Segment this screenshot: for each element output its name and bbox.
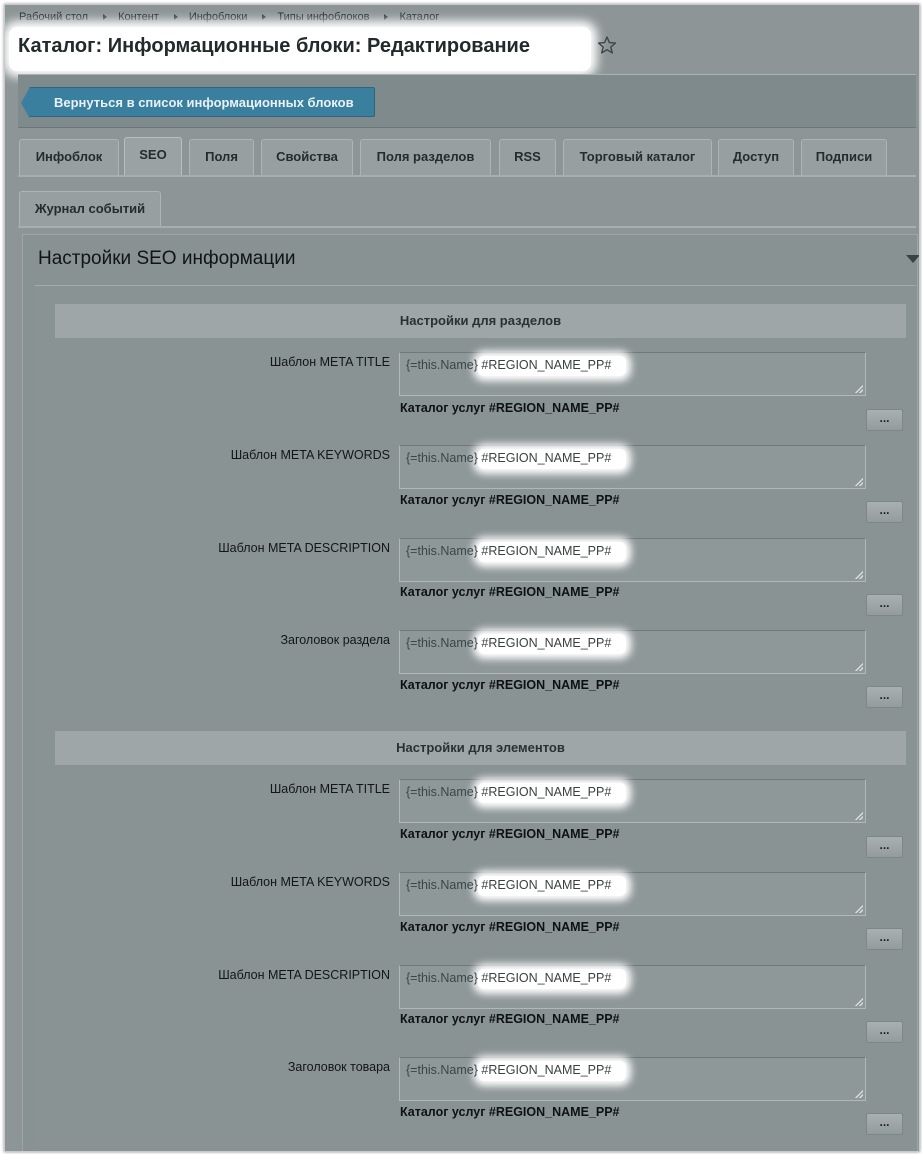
template-preview: Каталог услуг #REGION_NAME_PP# — [400, 827, 620, 841]
breadcrumb-item-catalog[interactable]: Каталог — [399, 11, 439, 23]
field-label: Шаблон META TITLE — [269, 782, 390, 796]
field-label: Заголовок товара — [287, 1060, 390, 1074]
template-input[interactable]: {=this.Name} #REGION_NAME_PP# — [399, 779, 866, 823]
template-preview: Каталог услуг #REGION_NAME_PP# — [400, 1105, 620, 1119]
back-to-list-button[interactable]: Вернуться в список информационных блоков — [21, 87, 375, 119]
template-input[interactable]: {=this.Name} #REGION_NAME_PP# — [399, 630, 866, 674]
template-preview: Каталог услуг #REGION_NAME_PP# — [400, 920, 620, 934]
breadcrumb-arrow-icon — [262, 14, 267, 20]
group-header-sections: Настройки для разделов — [55, 304, 906, 338]
breadcrumb-arrow-icon — [384, 14, 389, 20]
input-value: {=this.Name} #REGION_NAME_PP# — [406, 785, 612, 799]
tab-event-log[interactable]: Журнал событий — [19, 191, 161, 227]
breadcrumb-item-content[interactable]: Контент — [118, 11, 159, 23]
template-menu-button[interactable]: ... — [866, 409, 903, 431]
triangle-down-icon[interactable] — [906, 255, 919, 263]
field-label: Заголовок раздела — [280, 633, 390, 647]
input-value: {=this.Name} #REGION_NAME_PP# — [406, 878, 612, 892]
field-label: Шаблон META KEYWORDS — [230, 448, 390, 462]
tab-section-fields[interactable]: Поля разделов — [360, 139, 491, 175]
tab-captions[interactable]: Подписи — [801, 139, 887, 175]
tab-rss[interactable]: RSS — [499, 139, 556, 175]
template-menu-button[interactable]: ... — [866, 928, 903, 950]
breadcrumb-item-iblocks[interactable]: Инфоблоки — [189, 11, 248, 23]
star-icon[interactable] — [597, 35, 617, 55]
input-value: {=this.Name} #REGION_NAME_PP# — [406, 971, 612, 985]
template-menu-button[interactable]: ... — [866, 1113, 903, 1135]
template-menu-button[interactable]: ... — [866, 501, 903, 523]
field-label: Шаблон META TITLE — [269, 355, 390, 369]
tab-seo[interactable]: SEO — [124, 137, 182, 175]
field-label: Шаблон META DESCRIPTION — [218, 541, 390, 555]
breadcrumb-item-iblock-types[interactable]: Типы инфоблоков — [277, 11, 369, 23]
input-value: {=this.Name} #REGION_NAME_PP# — [406, 1063, 612, 1077]
page-frame: Рабочий стол Контент Инфоблоки Типы инфо… — [4, 4, 920, 1152]
resize-handle-icon[interactable] — [855, 998, 863, 1006]
breadcrumb-item-desktop[interactable]: Рабочий стол — [19, 11, 88, 23]
page-title: Каталог: Информационные блоки: Редактиро… — [18, 35, 530, 57]
template-preview: Каталог услуг #REGION_NAME_PP# — [400, 401, 620, 415]
input-value: {=this.Name} #REGION_NAME_PP# — [406, 358, 612, 372]
resize-handle-icon[interactable] — [855, 478, 863, 486]
field-label: Шаблон META KEYWORDS — [230, 875, 390, 889]
tab-trade-catalog[interactable]: Торговый каталог — [563, 139, 712, 175]
breadcrumb: Рабочий стол Контент Инфоблоки Типы инфо… — [19, 10, 439, 24]
template-input[interactable]: {=this.Name} #REGION_NAME_PP# — [399, 352, 866, 396]
tabs-divider — [18, 175, 916, 177]
resize-handle-icon[interactable] — [855, 905, 863, 913]
field-label: Шаблон META DESCRIPTION — [218, 968, 390, 982]
input-value: {=this.Name} #REGION_NAME_PP# — [406, 636, 612, 650]
tabs-divider — [18, 226, 916, 228]
resize-handle-icon[interactable] — [855, 385, 863, 393]
template-preview: Каталог услуг #REGION_NAME_PP# — [400, 493, 620, 507]
template-menu-button[interactable]: ... — [866, 1021, 903, 1043]
group-header-elements: Настройки для элементов — [55, 731, 906, 765]
template-menu-button[interactable]: ... — [866, 836, 903, 858]
resize-handle-icon[interactable] — [855, 812, 863, 820]
resize-handle-icon[interactable] — [855, 1090, 863, 1098]
template-input[interactable]: {=this.Name} #REGION_NAME_PP# — [399, 538, 866, 582]
template-input[interactable]: {=this.Name} #REGION_NAME_PP# — [399, 965, 866, 1009]
input-value: {=this.Name} #REGION_NAME_PP# — [406, 544, 612, 558]
template-preview: Каталог услуг #REGION_NAME_PP# — [400, 585, 620, 599]
template-menu-button[interactable]: ... — [866, 594, 903, 616]
breadcrumb-arrow-icon — [173, 14, 178, 20]
template-input[interactable]: {=this.Name} #REGION_NAME_PP# — [399, 872, 866, 916]
resize-handle-icon[interactable] — [855, 663, 863, 671]
tab-properties[interactable]: Свойства — [261, 139, 353, 175]
tab-iblock[interactable]: Инфоблок — [19, 139, 119, 175]
template-preview: Каталог услуг #REGION_NAME_PP# — [400, 678, 620, 692]
template-preview: Каталог услуг #REGION_NAME_PP# — [400, 1012, 620, 1026]
template-input[interactable]: {=this.Name} #REGION_NAME_PP# — [399, 1057, 866, 1101]
resize-handle-icon[interactable] — [855, 571, 863, 579]
input-value: {=this.Name} #REGION_NAME_PP# — [406, 451, 612, 465]
tab-fields[interactable]: Поля — [189, 139, 254, 175]
section-title: Настройки SEO информации — [38, 248, 296, 269]
template-menu-button[interactable]: ... — [866, 686, 903, 708]
template-input[interactable]: {=this.Name} #REGION_NAME_PP# — [399, 445, 866, 489]
breadcrumb-arrow-icon — [103, 14, 108, 20]
tab-access[interactable]: Доступ — [718, 139, 794, 175]
